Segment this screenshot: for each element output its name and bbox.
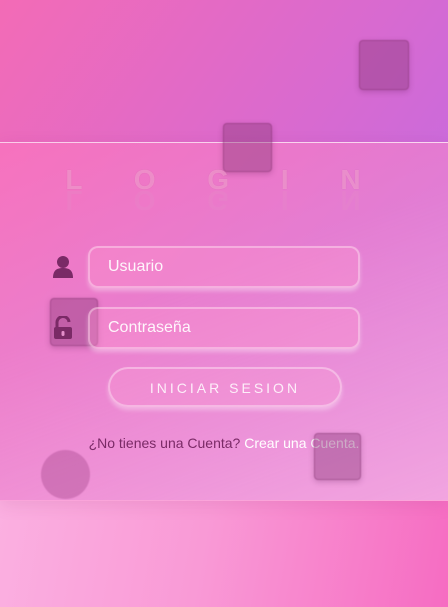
login-button[interactable]: INICIAR SESION — [108, 367, 342, 407]
decor-square-top-right — [359, 40, 409, 90]
signup-row: ¿No tienes una Cuenta? Crear una Cuenta. — [0, 435, 448, 451]
unlock-icon — [53, 315, 73, 345]
decor-circle-bottom-left — [41, 450, 90, 499]
login-title-reflection: L O G I N — [65, 185, 383, 216]
background-bottom-band — [0, 500, 448, 607]
decor-square-bottom-right — [314, 433, 361, 480]
user-icon — [52, 255, 74, 284]
username-input[interactable] — [88, 246, 360, 288]
password-input[interactable] — [88, 307, 360, 349]
signup-prompt: ¿No tienes una Cuenta? — [88, 435, 241, 451]
